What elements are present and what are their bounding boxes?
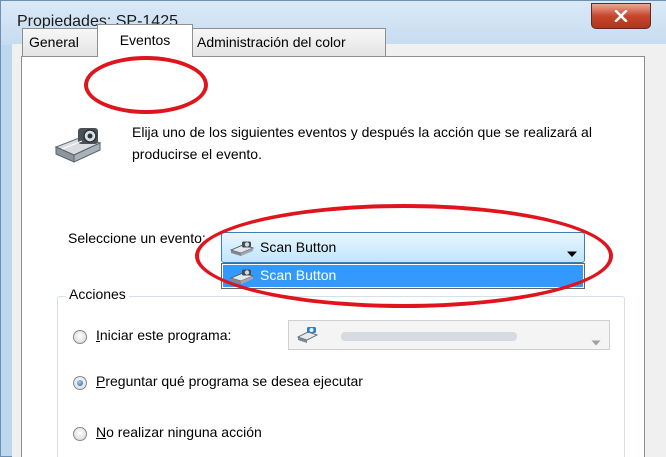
scanner-icon — [229, 269, 255, 288]
event-select-label: Seleccione un evento: — [68, 230, 206, 246]
program-icon — [296, 326, 319, 347]
no-action-label-text: o realizar ninguna acción — [106, 424, 262, 440]
ask-program-label-text: reguntar qué programa se desea ejecutar — [105, 373, 363, 389]
tab-events[interactable]: Eventos — [97, 24, 193, 57]
event-dropdown-list: Scan Button — [221, 263, 585, 289]
tab-label: Eventos — [119, 32, 171, 48]
actions-group-label: Acciones — [66, 286, 129, 302]
ask-program-label[interactable]: Preguntar qué programa se desea ejecutar — [96, 373, 363, 389]
event-select-value: Scan Button — [260, 239, 337, 255]
event-select[interactable]: Scan Button — [221, 232, 585, 263]
event-option-scan-button[interactable]: Scan Button — [223, 265, 583, 287]
events-description: Elija uno de los siguientes eventos y de… — [132, 124, 592, 162]
start-program-label[interactable]: Iniciar este programa: — [96, 327, 231, 343]
tab-label: Administración del color — [197, 34, 346, 50]
program-select — [288, 320, 610, 350]
no-action-radio[interactable] — [73, 427, 87, 441]
tab-color-management[interactable]: Administración del color — [190, 28, 386, 56]
ask-program-radio[interactable] — [73, 376, 87, 390]
start-program-radio[interactable] — [73, 330, 87, 344]
start-program-label-text: niciar este programa: — [99, 327, 232, 343]
scanner-icon — [229, 241, 255, 260]
tab-general[interactable]: General — [22, 28, 98, 56]
chevron-down-icon — [591, 333, 601, 349]
scanner-icon — [52, 125, 104, 168]
close-icon — [614, 10, 628, 22]
chevron-down-icon — [566, 245, 578, 261]
no-action-label[interactable]: No realizar ninguna acción — [96, 424, 262, 440]
program-name-obscured — [341, 332, 517, 341]
event-option-label: Scan Button — [260, 267, 337, 283]
tab-label: General — [29, 34, 79, 50]
close-button[interactable] — [591, 3, 651, 29]
